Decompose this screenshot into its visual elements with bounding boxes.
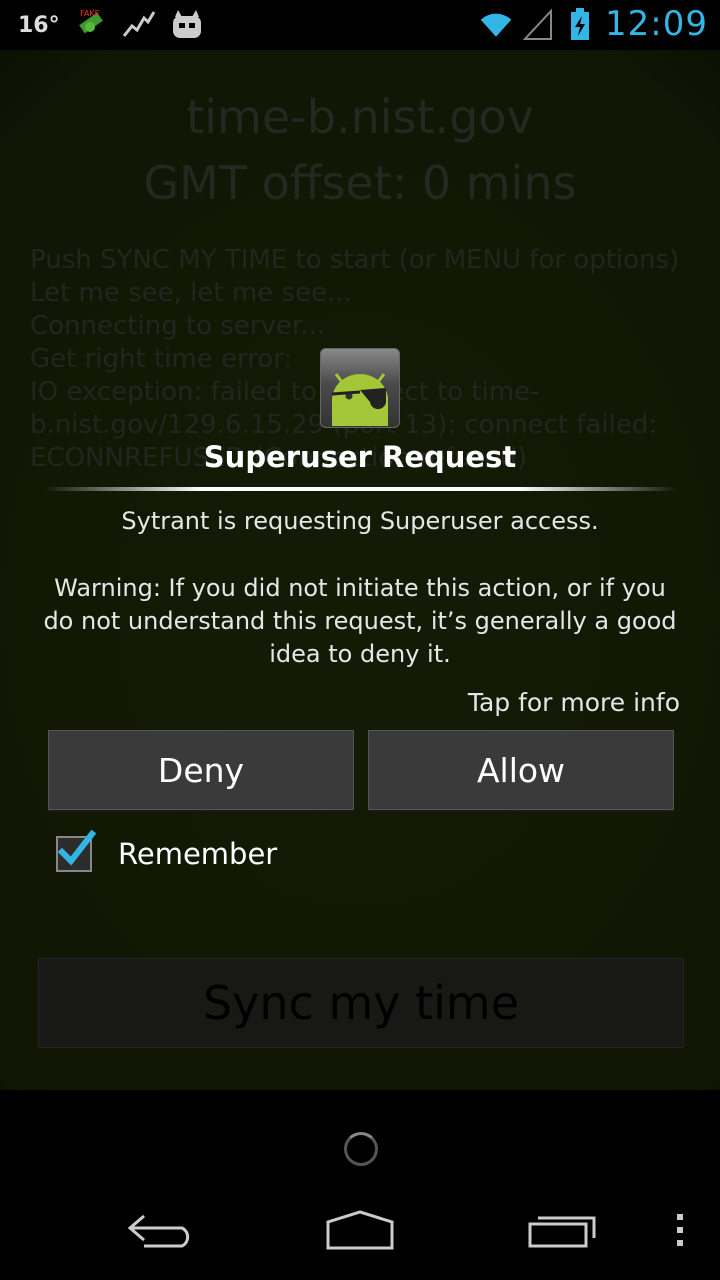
remember-checkbox[interactable] <box>56 829 96 872</box>
svg-text:FAKE: FAKE <box>80 9 100 18</box>
dialog-message: Sytrant is requesting Superuser access. <box>121 507 599 535</box>
battery-charging-icon <box>563 7 597 41</box>
temperature-text: 16° <box>18 12 60 38</box>
home-icon[interactable] <box>318 1200 402 1260</box>
deny-button[interactable]: Deny <box>48 730 354 810</box>
back-icon[interactable] <box>120 1200 200 1260</box>
superuser-android-icon <box>320 348 400 428</box>
status-bar-left: 16° FAKE <box>18 8 204 42</box>
fake-location-icon: FAKE <box>74 8 108 42</box>
more-info-link[interactable]: Tap for more info <box>468 688 680 717</box>
wifi-icon <box>479 7 513 41</box>
remember-label: Remember <box>118 837 278 871</box>
loading-spinner <box>344 1132 378 1166</box>
cyanogen-mascot-icon <box>170 8 204 42</box>
checkmark-icon <box>57 829 96 866</box>
clock: 12:09 <box>605 4 708 44</box>
recent-apps-icon[interactable] <box>522 1200 602 1260</box>
status-bar-right: 12:09 <box>479 4 708 44</box>
remember-row[interactable]: Remember <box>56 829 278 872</box>
dialog-divider <box>44 487 678 491</box>
dialog-title: Superuser Request <box>203 440 517 474</box>
navigation-bar <box>0 1180 720 1280</box>
status-bar: 16° FAKE 12:09 <box>0 0 720 50</box>
allow-button[interactable]: Allow <box>368 730 674 810</box>
dialog-scrim <box>0 50 720 1090</box>
signal-icon <box>521 7 555 41</box>
dialog-warning: Warning: If you did not initiate this ac… <box>43 574 677 668</box>
overflow-menu-icon[interactable] <box>668 1200 692 1260</box>
activity-graph-icon <box>122 8 156 42</box>
